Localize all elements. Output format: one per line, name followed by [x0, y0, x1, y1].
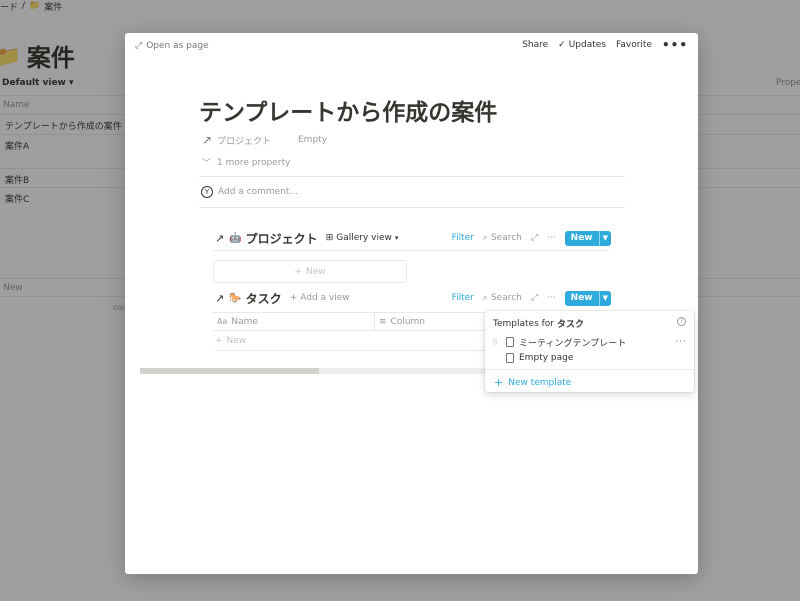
- robot-emoji-icon: 🤖: [229, 232, 242, 244]
- divider: [213, 250, 609, 251]
- comment-input[interactable]: Y Add a comment...: [201, 186, 298, 198]
- table-new-label: New: [226, 335, 247, 346]
- more-options-icon[interactable]: ···: [547, 233, 556, 243]
- new-button-label: New: [570, 233, 593, 243]
- divider: [199, 176, 625, 177]
- column-label: Column: [390, 316, 426, 327]
- document-icon: [506, 337, 514, 347]
- templates-popup-title: Templates for タスク: [493, 317, 585, 331]
- topbar-actions: Share ✓ Updates Favorite •••: [522, 39, 688, 51]
- horse-emoji-icon: 🐎: [229, 292, 242, 304]
- share-button[interactable]: Share: [522, 40, 548, 50]
- updates-button[interactable]: ✓ Updates: [558, 40, 606, 50]
- updates-label: Updates: [568, 40, 607, 50]
- templates-popup: Templates for タスク ? ⠿ ミーティングテンプレート ··· E…: [485, 311, 694, 392]
- column-name-label: Name: [231, 316, 258, 327]
- expand-icon[interactable]: ⤢: [531, 233, 538, 243]
- search-icon: ⌕: [482, 233, 488, 243]
- column-header-name[interactable]: Aa Name: [213, 313, 375, 330]
- chevron-down-icon[interactable]: ▼: [598, 290, 611, 306]
- text-type-icon: Aa: [217, 317, 228, 326]
- add-view-label: Add a view: [300, 293, 350, 303]
- new-button[interactable]: New ▼: [564, 290, 611, 306]
- new-template-button[interactable]: + New template: [494, 376, 571, 389]
- templates-database-name: タスク: [557, 320, 585, 330]
- database-task-header: ↗ 🐎 タスク + Add a view Filter ⌕ Search ⤢ ·…: [215, 289, 611, 307]
- chevron-down-icon[interactable]: ▼: [598, 230, 611, 246]
- plus-icon: +: [494, 376, 504, 389]
- expand-arrow-icon: ⤢: [135, 41, 143, 51]
- lines-type-icon: ≡: [379, 316, 387, 327]
- database-title[interactable]: タスク: [246, 290, 282, 307]
- database-toolbar: Filter ⌕ Search ⤢ ··· New ▼: [452, 290, 611, 306]
- modal-page-title[interactable]: テンプレートから作成の案件: [199, 93, 497, 127]
- column-header-column[interactable]: ≡ Column: [375, 313, 425, 330]
- filter-button[interactable]: Filter: [452, 233, 474, 243]
- more-property-toggle[interactable]: ﹀ 1 more property: [202, 156, 291, 170]
- template-item-empty-page[interactable]: Empty page: [485, 350, 694, 366]
- linked-db-arrow-icon: ↗: [215, 291, 225, 305]
- divider: [199, 207, 625, 208]
- search-button[interactable]: ⌕ Search: [483, 233, 522, 243]
- property-name-label: プロジェクト: [217, 136, 272, 147]
- new-button[interactable]: New ▼: [564, 230, 611, 246]
- open-as-page-button[interactable]: ⤢ Open as page: [135, 41, 209, 51]
- gallery-view-label: Gallery view: [336, 233, 392, 243]
- check-icon: ✓: [558, 40, 566, 50]
- help-icon[interactable]: ?: [677, 317, 686, 326]
- divider: [485, 369, 694, 370]
- plus-icon: +: [289, 293, 298, 303]
- new-template-label: New template: [508, 377, 572, 388]
- search-label: Search: [490, 293, 522, 303]
- gallery-new-label: New: [305, 266, 326, 277]
- linked-db-arrow-icon: ↗: [215, 231, 225, 245]
- avatar: Y: [201, 186, 213, 198]
- template-item[interactable]: ⠿ ミーティングテンプレート ···: [485, 334, 694, 350]
- more-options-icon[interactable]: ···: [675, 337, 687, 347]
- search-button[interactable]: ⌕ Search: [483, 293, 522, 303]
- new-button-label: New: [570, 293, 593, 303]
- property-name[interactable]: ↗ プロジェクト: [202, 133, 298, 147]
- database-project-header: ↗ 🤖 プロジェクト ⊞ Gallery view ▾ Filter ⌕ Sea…: [215, 229, 611, 247]
- search-label: Search: [490, 233, 522, 243]
- template-label: Empty page: [519, 353, 574, 363]
- drag-handle-icon[interactable]: ⠿: [492, 338, 502, 347]
- chevron-down-icon: ﹀: [202, 159, 212, 169]
- open-as-page-label: Open as page: [146, 41, 209, 51]
- more-property-label: 1 more property: [217, 157, 291, 168]
- gallery-new-card[interactable]: + New: [213, 260, 407, 283]
- property-value[interactable]: Empty: [298, 135, 327, 145]
- plus-icon: +: [215, 335, 223, 346]
- comment-placeholder: Add a comment...: [218, 187, 299, 197]
- gallery-grid-icon: ⊞: [325, 233, 334, 243]
- templates-title-prefix: Templates for: [493, 318, 554, 329]
- chevron-down-icon: ▾: [394, 234, 399, 242]
- gallery-view-selector[interactable]: ⊞ Gallery view ▾: [326, 233, 399, 243]
- database-toolbar: Filter ⌕ Search ⤢ ··· New ▼: [452, 230, 611, 246]
- expand-icon[interactable]: ⤢: [531, 293, 538, 303]
- document-icon: [506, 353, 514, 363]
- modal-topbar: ⤢ Open as page Share ✓ Updates Favorite …: [125, 33, 698, 59]
- scrollbar-thumb[interactable]: [140, 368, 319, 374]
- database-title[interactable]: プロジェクト: [246, 230, 318, 247]
- plus-icon: +: [294, 266, 302, 277]
- search-icon: ⌕: [482, 293, 488, 303]
- add-view-button[interactable]: + Add a view: [290, 293, 350, 303]
- more-options-icon[interactable]: ···: [547, 293, 556, 303]
- template-label: ミーティングテンプレート: [519, 338, 627, 349]
- more-options-icon[interactable]: •••: [662, 39, 688, 51]
- property-row[interactable]: ↗ プロジェクト Empty: [202, 133, 327, 147]
- relation-arrow-icon: ↗: [202, 133, 213, 147]
- filter-button[interactable]: Filter: [452, 293, 474, 303]
- page-peek-modal: ⤢ Open as page Share ✓ Updates Favorite …: [125, 33, 698, 574]
- favorite-button[interactable]: Favorite: [616, 40, 652, 50]
